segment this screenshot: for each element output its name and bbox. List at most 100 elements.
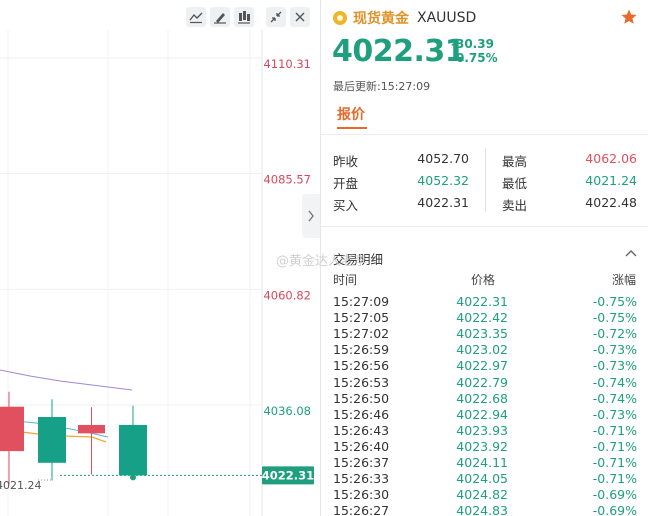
divider	[321, 226, 648, 227]
price-change-pct: -0.75%	[451, 51, 498, 65]
trade-time: 15:26:56	[333, 358, 390, 374]
candle-body	[0, 406, 24, 452]
trade-change: -0.71%	[592, 438, 637, 454]
trade-price: 4022.79	[456, 374, 508, 390]
trade-price: 4024.11	[456, 455, 508, 470]
tab-active-indicator	[337, 127, 367, 129]
trade-change: -0.71%	[592, 471, 637, 487]
brush-icon	[214, 13, 226, 24]
open-label: 开盘	[333, 176, 359, 191]
trade-row: 15:26:53 4022.79 -0.74%	[321, 375, 648, 391]
y-tick-label: 4036.08	[263, 404, 311, 418]
trade-change: -0.74%	[592, 374, 637, 390]
trade-row: 15:26:43 4023.93 -0.71%	[321, 423, 648, 439]
trade-row: 15:26:50 4022.68 -0.74%	[321, 391, 648, 407]
trade-time: 15:26:59	[333, 342, 390, 358]
trade-change: -0.73%	[592, 342, 637, 358]
trade-row: 15:26:56 4022.97 -0.73%	[321, 358, 648, 374]
trade-price: 4024.83	[456, 503, 508, 516]
trade-row: 15:27:09 4022.31 -0.75%	[321, 294, 648, 310]
trade-row: 15:27:02 4023.35 -0.72%	[321, 326, 648, 342]
candlestick-chart[interactable]: 4110.31 4085.57 4060.82 4036.08 4022.31 4021.…	[0, 0, 320, 516]
last-update: 最后更新:15:27:09	[333, 78, 430, 94]
y-tick-label: 4060.82	[263, 288, 311, 302]
current-price: 4022.31	[332, 34, 466, 69]
collapse-icon	[270, 11, 282, 23]
last-update-time: 15:27:09	[380, 80, 431, 93]
low-value: 4021.24	[585, 173, 637, 188]
close-chart-button[interactable]	[290, 7, 310, 27]
trade-price: 4022.31	[456, 294, 508, 309]
trade-row: 15:26:27 4024.83 -0.69%	[321, 503, 648, 516]
line-tool-button[interactable]	[186, 7, 206, 27]
prev-close-label: 昨收	[333, 154, 359, 169]
chart-area[interactable]: 4110.31 4085.57 4060.82 4036.08 4022.31 4021.…	[0, 0, 320, 516]
trade-price: 4024.82	[456, 487, 508, 503]
trade-change: -0.71%	[592, 455, 637, 470]
last-update-label: 最后更新:	[333, 80, 381, 93]
gold-coin-icon	[333, 11, 347, 25]
trade-time: 15:27:02	[333, 326, 390, 342]
open-value: 4052.32	[417, 173, 469, 188]
ask-value: 4022.48	[585, 195, 637, 210]
trade-change: -0.69%	[592, 487, 637, 503]
candle-body	[38, 416, 66, 463]
trade-price: 4023.35	[456, 326, 508, 342]
divider	[321, 134, 648, 135]
trade-time: 15:27:09	[333, 294, 390, 309]
symbol-header: 现货黄金 XAUUSD	[333, 9, 476, 27]
trades-header-change: 涨幅	[611, 273, 636, 287]
trade-time: 15:26:50	[333, 390, 390, 406]
trade-row: 15:26:59 4023.02 -0.73%	[321, 342, 648, 358]
trade-change: -0.75%	[592, 294, 637, 309]
tab-quote[interactable]: 报价	[337, 104, 365, 124]
trades-title: 交易明细	[333, 252, 384, 267]
trade-time: 15:26:46	[333, 406, 390, 422]
trade-price: 4023.93	[456, 422, 508, 438]
trade-price: 4024.05	[456, 471, 508, 487]
trade-price: 4023.02	[456, 342, 508, 358]
close-icon	[295, 12, 305, 22]
trade-row: 15:27:05 4022.42 -0.75%	[321, 310, 648, 326]
candle-body	[78, 424, 105, 434]
trade-price: 4022.97	[456, 358, 508, 374]
trade-price: 4022.68	[456, 390, 508, 406]
trades-header-time: 时间	[333, 273, 358, 287]
candle-body	[119, 424, 147, 476]
trade-change: -0.71%	[592, 422, 637, 438]
prev-close-value: 4052.70	[417, 151, 469, 166]
symbol-name: 现货黄金	[353, 11, 409, 27]
trade-time: 15:26:37	[333, 455, 390, 470]
ma-long-line	[0, 369, 133, 391]
panel-toggle-handle[interactable]	[302, 194, 320, 238]
trade-change: -0.73%	[592, 406, 637, 422]
low-label: 最低	[502, 176, 528, 191]
trade-row: 15:26:30 4024.82 -0.69%	[321, 487, 648, 503]
trade-change: -0.74%	[592, 390, 637, 406]
trade-change: -0.69%	[592, 503, 637, 516]
collapse-chart-button[interactable]	[266, 7, 286, 27]
indicator-icon	[238, 11, 250, 24]
trade-price: 4022.42	[456, 310, 508, 326]
bid-label: 买入	[333, 198, 359, 213]
high-value: 4062.06	[585, 151, 637, 166]
trade-time: 15:26:27	[333, 503, 390, 516]
chevron-up-icon[interactable]	[624, 248, 638, 258]
trade-row: 15:26:37 4024.11 -0.71%	[321, 455, 648, 471]
trade-change: -0.75%	[592, 310, 637, 326]
indicator-button[interactable]	[234, 7, 254, 27]
low-annotation: 4021.24	[0, 479, 42, 492]
bid-value: 4022.31	[417, 195, 469, 210]
brush-button[interactable]	[210, 7, 230, 27]
current-price-dot	[130, 474, 136, 481]
trade-row: 15:26:33 4024.05 -0.71%	[321, 471, 648, 487]
trade-row: 15:26:40 4023.92 -0.71%	[321, 439, 648, 455]
trade-time: 15:26:53	[333, 374, 390, 390]
quote-panel: 现货黄金 XAUUSD 4022.31 -30.39 -0.75% 最后更新:1…	[320, 0, 648, 516]
trade-time: 15:27:05	[333, 310, 390, 326]
quote-divider	[485, 148, 486, 212]
trade-price: 4022.94	[456, 406, 508, 422]
trade-time: 15:26:30	[333, 487, 390, 503]
line-tool-icon	[189, 12, 203, 24]
favorite-star-icon[interactable]	[620, 8, 638, 26]
